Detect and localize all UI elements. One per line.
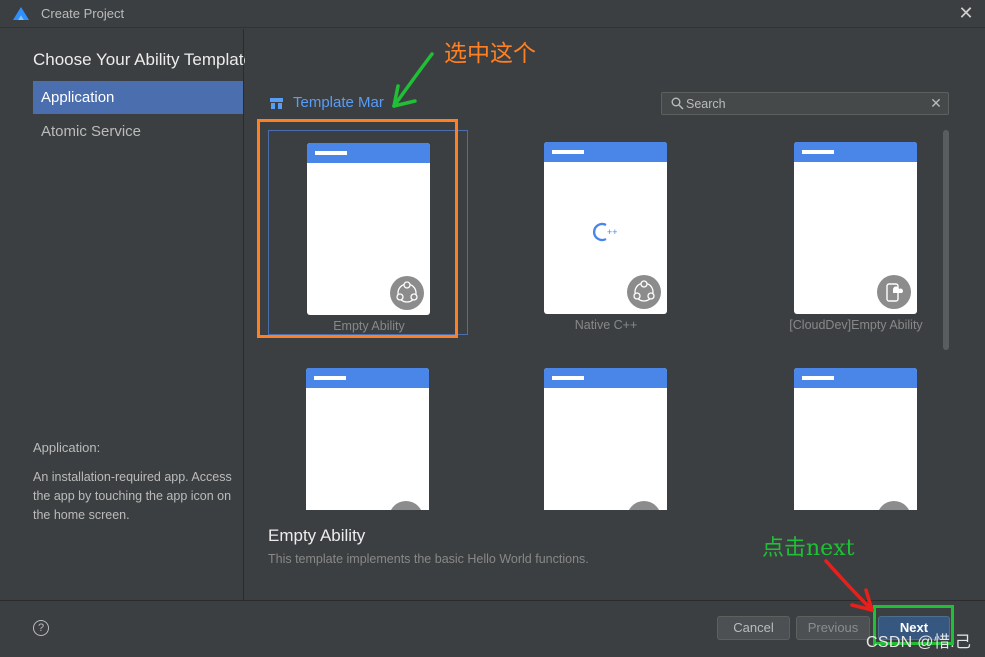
template-market-link[interactable]: Template Mar xyxy=(293,94,384,111)
template-label: Empty Ability xyxy=(333,319,405,333)
sidebar-item-application[interactable]: Application xyxy=(33,81,243,114)
template-grid: Empty Ability ++ Native C++ [CloudDev]Em… xyxy=(256,120,948,510)
template-tile[interactable] xyxy=(756,356,948,510)
template-preview: ++ xyxy=(544,142,667,314)
search-input[interactable] xyxy=(686,94,916,113)
dialog-heading: Choose Your Ability Template xyxy=(33,50,253,69)
csdn-watermark: CSDN @惜.己 xyxy=(866,634,972,651)
template-preview xyxy=(544,368,667,510)
template-badge-icon xyxy=(877,501,911,510)
selected-template-description: This template implements the basic Hello… xyxy=(268,552,589,566)
template-preview xyxy=(794,142,917,314)
cancel-button[interactable]: Cancel xyxy=(717,616,790,640)
template-preview xyxy=(307,143,430,315)
template-label: [CloudDev]Empty Ability xyxy=(789,318,923,332)
template-tile[interactable] xyxy=(268,356,468,510)
template-tile-clouddev-empty-ability[interactable]: [CloudDev]Empty Ability xyxy=(756,130,948,335)
previous-button[interactable]: Previous xyxy=(796,616,870,640)
selected-template-title: Empty Ability xyxy=(268,526,366,545)
description-body: An installation-required app. Access the… xyxy=(33,470,232,522)
svg-text:++: ++ xyxy=(607,227,618,237)
template-market-icon xyxy=(270,98,283,109)
annotation-select-note: 选中这个 xyxy=(444,41,536,67)
template-scrollbar[interactable] xyxy=(943,130,949,350)
annotation-click-note: 点击next xyxy=(762,536,855,561)
template-preview xyxy=(306,368,429,510)
template-tile[interactable] xyxy=(506,356,706,510)
search-icon xyxy=(671,97,684,110)
sidebar-item-atomic-service[interactable]: Atomic Service xyxy=(33,115,243,148)
template-badge-icon xyxy=(389,501,423,510)
template-preview xyxy=(794,368,917,510)
cpp-logo-icon: ++ xyxy=(593,222,618,242)
description-title: Application: xyxy=(33,440,101,455)
template-tile-empty-ability[interactable]: Empty Ability xyxy=(268,130,468,335)
help-icon[interactable]: ? xyxy=(33,620,49,636)
ability-nodes-icon xyxy=(627,275,661,309)
clear-icon[interactable]: ✕ xyxy=(928,95,944,111)
harmonyos-logo-icon xyxy=(13,7,29,20)
template-tile-native-cpp[interactable]: ++ Native C++ xyxy=(506,130,706,335)
cloud-device-icon xyxy=(877,275,911,309)
template-label: Native C++ xyxy=(574,318,638,332)
window-title: Create Project xyxy=(41,6,125,21)
close-icon[interactable]: ✕ xyxy=(956,3,976,23)
template-badge-icon xyxy=(627,501,661,510)
ability-nodes-icon xyxy=(390,276,424,310)
title-bar: Create Project ✕ xyxy=(0,0,985,28)
search-box: ✕ xyxy=(661,92,949,115)
